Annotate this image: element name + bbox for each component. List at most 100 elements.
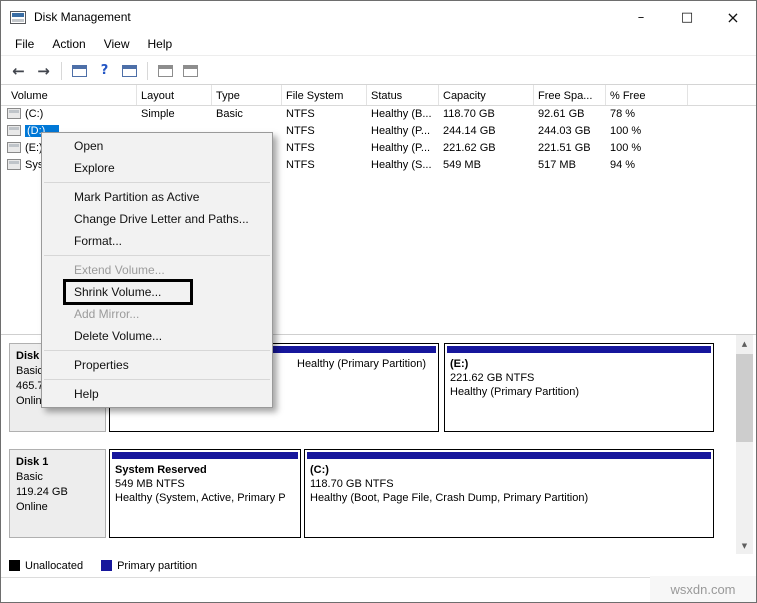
column-header-filler — [688, 85, 756, 105]
volume-list-header: Volume Layout Type File System Status Ca… — [1, 85, 756, 106]
column-header-free-space[interactable]: Free Spa... — [534, 85, 606, 105]
cell-layout: Simple — [141, 108, 175, 120]
column-header-pct-free[interactable]: % Free — [606, 85, 688, 105]
column-header-type[interactable]: Type — [212, 85, 282, 105]
cell-capacity: 549 MB — [443, 159, 481, 171]
toolbar-separator — [147, 61, 148, 80]
export-list-button[interactable] — [154, 60, 177, 82]
console-window-button[interactable] — [118, 60, 141, 82]
close-button[interactable]: × — [710, 1, 756, 33]
toolbar: ← → ? — [1, 57, 756, 85]
column-header-volume[interactable]: Volume — [1, 85, 137, 105]
menubar: File Action View Help — [1, 33, 756, 56]
cell-free-space: 221.51 GB — [538, 142, 591, 154]
menu-separator — [44, 255, 270, 256]
console-tree-button[interactable] — [68, 60, 91, 82]
cell-free-space: 244.03 GB — [538, 125, 591, 137]
context-menu: Open Explore Mark Partition as Active Ch… — [41, 132, 273, 408]
context-menu-item-format[interactable]: Format... — [42, 230, 272, 252]
partition-color-bar — [307, 452, 711, 459]
cell-file-system: NTFS — [286, 142, 315, 154]
scrollbar[interactable]: ▲ ▼ — [736, 335, 753, 554]
minimize-button[interactable]: – — [618, 1, 664, 33]
forward-icon: → — [37, 61, 50, 80]
menu-help[interactable]: Help — [139, 34, 182, 54]
menu-view[interactable]: View — [95, 34, 139, 54]
cell-pct-free: 94 % — [610, 159, 636, 171]
window-title: Disk Management — [34, 10, 131, 24]
partition-color-bar — [112, 452, 298, 459]
app-icon[interactable] — [10, 10, 26, 24]
menu-separator — [44, 379, 270, 380]
legend-primary-label: Primary partition — [117, 559, 198, 572]
cell-capacity: 221.62 GB — [443, 142, 496, 154]
disk-name: Disk 1 — [16, 456, 49, 468]
column-header-capacity[interactable]: Capacity — [439, 85, 534, 105]
context-menu-item-delete-volume[interactable]: Delete Volume... — [42, 325, 272, 347]
context-menu-item-add-mirror: Add Mirror... — [74, 307, 140, 321]
context-menu-item-explore[interactable]: Explore — [42, 157, 272, 179]
column-header-status[interactable]: Status — [367, 85, 439, 105]
cell-capacity: 244.14 GB — [443, 125, 496, 137]
action-pane-button[interactable] — [179, 60, 202, 82]
volume-icon — [7, 142, 21, 153]
scroll-down-button[interactable]: ▼ — [736, 537, 753, 554]
cell-status: Healthy (P... — [371, 125, 431, 137]
cell-file-system: NTFS — [286, 125, 315, 137]
volume-label: (C:) — [25, 108, 44, 120]
unallocated-swatch — [9, 560, 20, 571]
partition-color-bar — [447, 346, 711, 353]
disk-type: Basic — [16, 471, 43, 483]
maximize-button[interactable]: □ — [664, 1, 710, 33]
watermark: wsxdn.com — [650, 576, 756, 602]
primary-partition-swatch — [101, 560, 113, 571]
back-button[interactable]: ← — [7, 60, 30, 82]
context-menu-item-properties[interactable]: Properties — [42, 354, 272, 376]
context-menu-item-help[interactable]: Help — [42, 383, 272, 405]
table-row[interactable]: (C:) Simple Basic NTFS Healthy (B... 118… — [1, 106, 756, 123]
help-icon: ? — [100, 63, 109, 78]
partition-size: 118.70 GB NTFS — [310, 478, 394, 490]
disk-1-header[interactable]: Disk 1 Basic 119.24 GB Online — [9, 449, 106, 538]
help-button[interactable]: ? — [93, 60, 116, 82]
partition-status: Healthy (Primary Partition) — [297, 358, 426, 370]
disk-0-partition-2[interactable]: (E:) 221.62 GB NTFS Healthy (Primary Par… — [444, 343, 714, 432]
context-menu-item-shrink-volume[interactable]: Shrink Volume... — [42, 281, 272, 303]
cell-status: Healthy (S... — [371, 159, 432, 171]
cell-pct-free: 100 % — [610, 142, 642, 154]
context-menu-item-open[interactable]: Open — [42, 135, 272, 157]
disk-1-partition-2[interactable]: (C:) 118.70 GB NTFS Healthy (Boot, Page … — [304, 449, 714, 538]
disk-1-partition-1[interactable]: System Reserved 549 MB NTFS Healthy (Sys… — [109, 449, 301, 538]
menu-action[interactable]: Action — [43, 34, 94, 54]
scroll-up-button[interactable]: ▲ — [736, 335, 753, 352]
context-menu-item-mark-partition-active[interactable]: Mark Partition as Active — [42, 186, 272, 208]
cell-capacity: 118.70 GB — [443, 108, 495, 120]
legend-primary-partition: Primary partition — [101, 560, 197, 572]
disk-status: Online — [16, 501, 48, 513]
partition-status: Healthy (System, Active, Primary P — [115, 492, 286, 504]
cell-file-system: NTFS — [286, 159, 315, 171]
back-icon: ← — [12, 61, 25, 80]
partition-name: System Reserved — [115, 464, 207, 476]
cell-status: Healthy (B... — [371, 108, 432, 120]
context-menu-item-change-drive-letter[interactable]: Change Drive Letter and Paths... — [42, 208, 272, 230]
cell-type: Basic — [216, 108, 243, 120]
menu-file[interactable]: File — [6, 34, 43, 54]
column-header-file-system[interactable]: File System — [282, 85, 367, 105]
cell-pct-free: 78 % — [610, 108, 636, 120]
forward-button[interactable]: → — [32, 60, 55, 82]
titlebar: Disk Management – □ × — [1, 1, 756, 33]
volume-icon — [7, 125, 21, 136]
window-controls: – □ × — [618, 1, 756, 33]
legend: Unallocated Primary partition — [1, 554, 756, 578]
volume-icon — [7, 159, 21, 170]
context-menu-item-extend-volume: Extend Volume... — [74, 263, 165, 277]
cell-free-space: 92.61 GB — [538, 108, 585, 120]
console-window-icon — [122, 64, 137, 77]
scroll-thumb[interactable] — [736, 354, 753, 442]
disk-size: 119.24 GB — [16, 486, 68, 498]
column-header-layout[interactable]: Layout — [137, 85, 212, 105]
toolbar-separator — [61, 61, 62, 80]
action-pane-icon — [183, 64, 198, 77]
cell-pct-free: 100 % — [610, 125, 642, 137]
